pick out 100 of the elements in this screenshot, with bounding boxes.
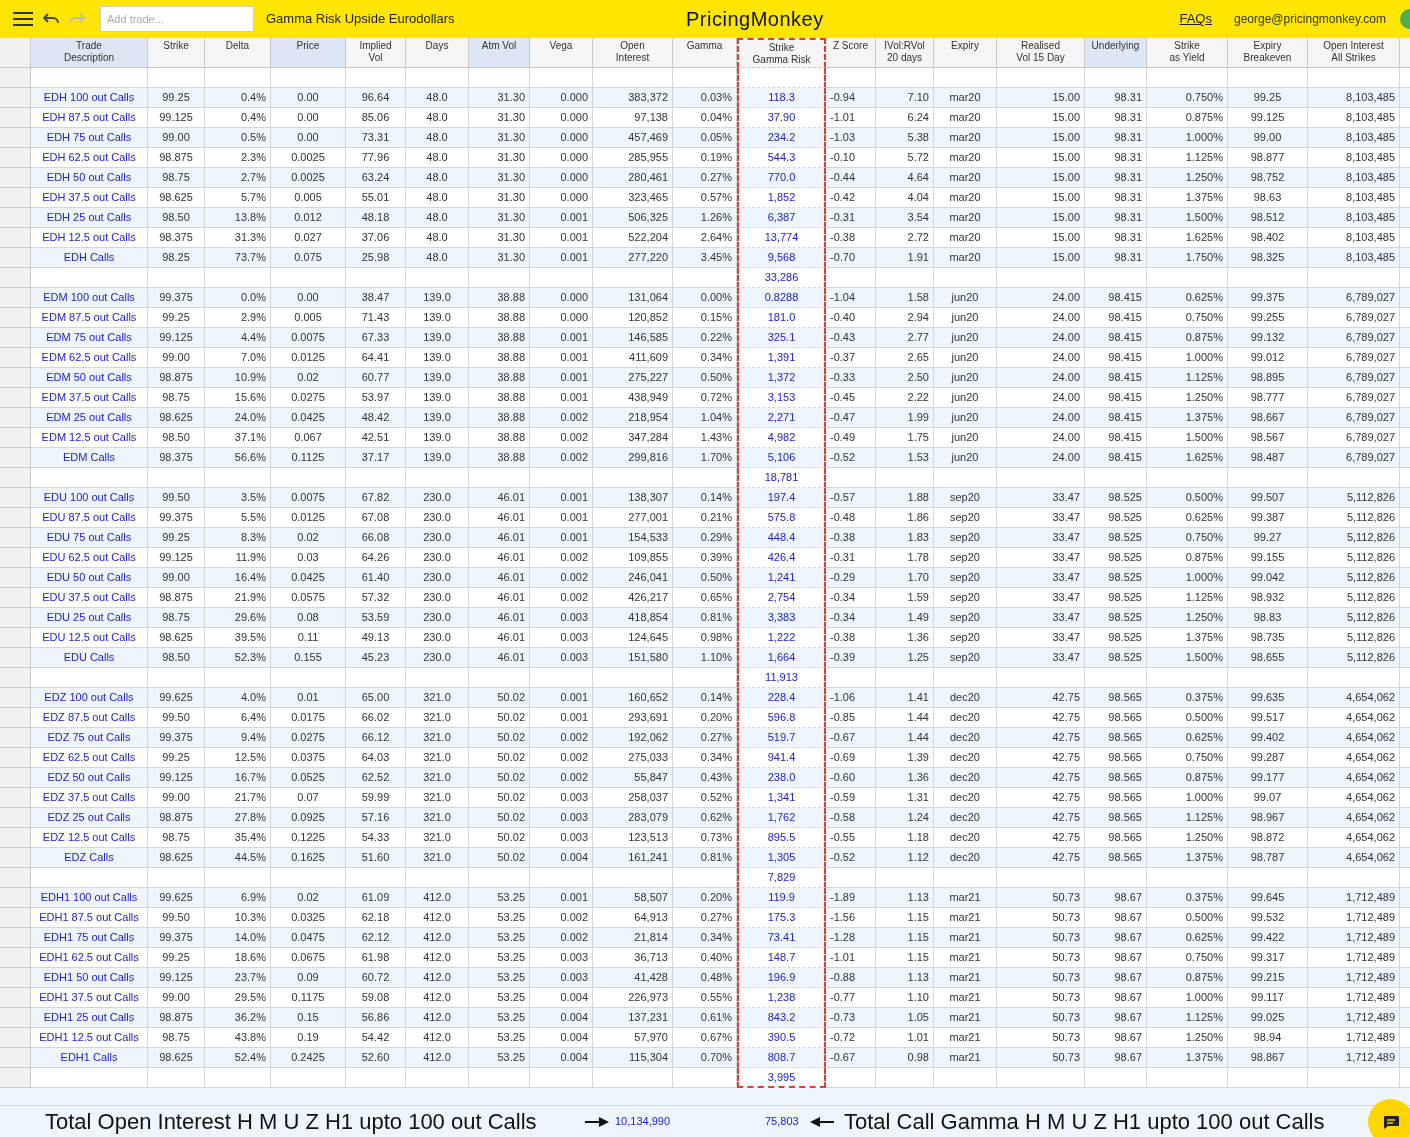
row-header (0, 988, 31, 1008)
row-header (0, 908, 31, 928)
column-header[interactable]: Atm Vol (469, 38, 530, 68)
table-cell (934, 468, 997, 488)
column-header[interactable]: Delta (205, 38, 271, 68)
row-header (0, 468, 31, 488)
arrow-right-icon (585, 1116, 609, 1127)
column-header[interactable]: Expiry (934, 38, 997, 68)
column-header[interactable]: Gamma (673, 38, 737, 68)
table-cell (205, 1068, 271, 1088)
table-cell (673, 268, 737, 288)
column-header[interactable]: Vega (530, 38, 593, 68)
row-header (0, 868, 31, 888)
column-header[interactable]: Implied Vol (346, 38, 406, 68)
table-cell (346, 868, 406, 888)
table-cell (205, 468, 271, 488)
table-cell (876, 1068, 934, 1088)
table-cell (673, 468, 737, 488)
column-header[interactable]: Days (406, 38, 469, 68)
table-cell (826, 1068, 876, 1088)
table-cell (406, 1068, 469, 1088)
table-cell (673, 668, 737, 688)
table-cell (469, 468, 530, 488)
page-title: Gamma Risk Upside Eurodollars (266, 10, 456, 29)
table-cell (1085, 868, 1147, 888)
table-cell (1085, 268, 1147, 288)
column-header[interactable]: Underlying (1085, 38, 1147, 68)
row-header (0, 1028, 31, 1048)
table-cell (876, 668, 934, 688)
row-header (0, 748, 31, 768)
table-cell (205, 268, 271, 288)
table-cell (934, 68, 997, 88)
row-header (0, 188, 31, 208)
row-header (0, 388, 31, 408)
table-cell (530, 668, 593, 688)
user-email: george@pricingmonkey.com (1233, 11, 1386, 28)
table-cell (148, 1068, 205, 1088)
table-cell (1085, 1068, 1147, 1088)
column-header[interactable]: Price (271, 38, 346, 68)
row-header (0, 668, 31, 688)
table-cell (934, 668, 997, 688)
table-cell (826, 668, 876, 688)
table-cell (826, 68, 876, 88)
row-header (0, 788, 31, 808)
table-cell (469, 268, 530, 288)
column-header (1400, 38, 1410, 68)
row-header (0, 308, 31, 328)
table-cell (469, 1068, 530, 1088)
row-header (0, 348, 31, 368)
table-cell (673, 868, 737, 888)
row-header (0, 708, 31, 728)
gamma-total-cell: 7,829 (737, 868, 826, 888)
row-header (0, 508, 31, 528)
table-cell (876, 468, 934, 488)
row-header (0, 428, 31, 448)
row-header (0, 268, 31, 288)
column-header[interactable]: Strike (148, 38, 205, 68)
table-cell (530, 268, 593, 288)
gamma-label: Total Call Gamma H M U Z H1 upto 100 out Calls (844, 1108, 1325, 1136)
table-cell (826, 468, 876, 488)
corner-cell (0, 38, 31, 68)
table-cell (826, 868, 876, 888)
gamma-total-cell: 11,913 (737, 668, 826, 688)
table-cell (876, 68, 934, 88)
gamma-total-cell: 18,781 (737, 468, 826, 488)
column-header[interactable]: Open Interest All Strikes (1308, 38, 1400, 68)
undo-icon[interactable] (42, 12, 60, 26)
column-header[interactable]: Realised Vol 15 Day (997, 38, 1085, 68)
table-cell (346, 1068, 406, 1088)
table-cell (346, 468, 406, 488)
table-cell (205, 668, 271, 688)
table-cell (876, 268, 934, 288)
column-header[interactable]: Strike as Yield (1147, 38, 1228, 68)
row-header (0, 548, 31, 568)
table-cell (205, 868, 271, 888)
row-header (0, 148, 31, 168)
table-cell (469, 68, 530, 88)
column-header[interactable]: Expiry Breakeven (1228, 38, 1308, 68)
row-header (0, 228, 31, 248)
menu-icon[interactable] (12, 11, 34, 27)
table-cell (148, 668, 205, 688)
column-header[interactable]: Trade Description (31, 38, 148, 68)
add-trade-field[interactable]: Add trade... (100, 6, 254, 32)
open-interest-label: Total Open Interest H M U Z H1 upto 100 out Calls (45, 1108, 538, 1136)
table-cell (406, 668, 469, 688)
row-header (0, 828, 31, 848)
open-interest-total: 10,134,990 (615, 1114, 672, 1130)
column-header[interactable]: Open Interest (593, 38, 673, 68)
table-cell (1085, 68, 1147, 88)
faqs-link[interactable]: FAQs (1179, 9, 1212, 29)
column-header[interactable]: IVol:RVol 20 days (876, 38, 934, 68)
gamma-total-cell: 33,286 (737, 268, 826, 288)
column-header[interactable]: Z Score (826, 38, 876, 68)
table-cell (530, 868, 593, 888)
chat-icon (1382, 1115, 1400, 1129)
table-cell (148, 268, 205, 288)
table-cell (530, 1068, 593, 1088)
column-header[interactable]: Strike Gamma Risk (737, 38, 826, 68)
row-header (0, 68, 31, 88)
table-cell (826, 268, 876, 288)
